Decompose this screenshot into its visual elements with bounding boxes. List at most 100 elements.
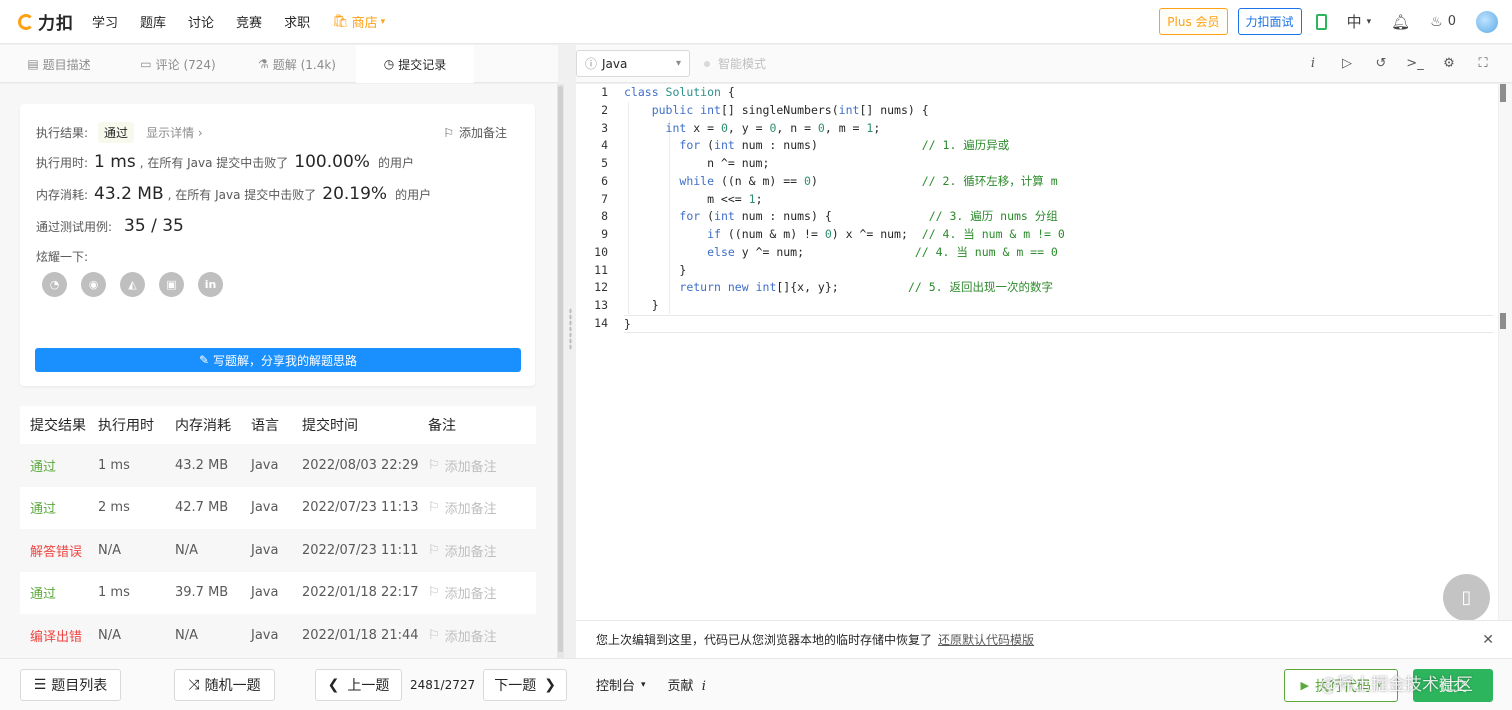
leetcode-logo[interactable]: 力扣: [18, 9, 74, 34]
submission-status[interactable]: 解答错误: [20, 541, 98, 560]
submission-status[interactable]: 通过: [20, 583, 98, 602]
terminal-icon[interactable]: >_: [1398, 56, 1432, 71]
douban-icon[interactable]: ▣: [159, 272, 184, 297]
next-problem-button[interactable]: 下一题 ❯: [483, 668, 568, 701]
editor-scrollbar[interactable]: [1498, 84, 1512, 620]
weibo-icon[interactable]: ◉: [81, 272, 106, 297]
gear-icon[interactable]: ⚙: [1432, 56, 1466, 71]
code-editor[interactable]: 1 2 3 4 5 6 7 8 9 10 11 12 13 14 class S…: [576, 84, 1498, 620]
code-line[interactable]: class Solution {: [624, 84, 1494, 102]
smart-mode-toggle[interactable]: 智能模式: [704, 55, 766, 72]
submission-status[interactable]: 编译出错: [20, 626, 98, 645]
qq-icon[interactable]: ◭: [120, 272, 145, 297]
add-note-button[interactable]: ⚐ 添加备注: [443, 124, 507, 141]
code-line[interactable]: while ((n & m) == 0) // 2. 循环左移，计算 m: [624, 173, 1494, 191]
code-line[interactable]: int x = 0, y = 0, n = 0, m = 1;: [624, 120, 1494, 138]
play-outline-icon[interactable]: ▷: [1330, 56, 1364, 71]
code-line[interactable]: return new int[]{x, y}; // 5. 返回出现一次的数字: [624, 279, 1494, 297]
editor-toolbar: ⓘ Java ▾ 智能模式 i ▷ ↺ >_ ⚙ ⛶: [576, 45, 1512, 83]
nav-contest[interactable]: 竞赛: [236, 12, 262, 31]
table-row[interactable]: 编译出错 N/A N/A Java 2022/01/18 21:44 ⚐ 添加备注: [20, 614, 536, 657]
bell-icon[interactable]: 🔔︎: [1391, 13, 1410, 31]
code-line[interactable]: }: [624, 314, 1494, 333]
nav-learn[interactable]: 学习: [92, 12, 118, 31]
close-icon[interactable]: ✕: [1482, 632, 1494, 648]
tab-comments[interactable]: ▭ 评论 (724): [118, 45, 238, 83]
add-note-button[interactable]: ⚐ 添加备注: [428, 626, 536, 645]
prev-problem-button[interactable]: ❮ 上一题: [315, 668, 402, 701]
code-line[interactable]: n ^= num;: [624, 155, 1494, 173]
fullscreen-icon[interactable]: ⛶: [1466, 56, 1500, 71]
logo-text: 力扣: [38, 14, 74, 34]
code-token: [] nums) {: [859, 102, 929, 117]
tab-submissions[interactable]: ◷ 提交记录: [356, 45, 474, 83]
add-note-button[interactable]: ⚐ 添加备注: [428, 456, 536, 475]
line-number: 11: [594, 262, 608, 277]
list-icon: ☰: [33, 676, 47, 693]
streak-counter[interactable]: ♨︎ 0: [1430, 14, 1456, 30]
panel-splitter[interactable]: [564, 44, 576, 658]
code-token: , y =: [727, 120, 770, 135]
nav-discuss[interactable]: 讨论: [188, 12, 214, 31]
show-detail-link[interactable]: 显示详情 ›: [146, 124, 203, 141]
restore-default-link[interactable]: 还原默认代码模版: [938, 631, 1034, 648]
nav-jobs[interactable]: 求职: [284, 12, 310, 31]
flag-icon: ⚐: [443, 125, 454, 140]
code-line[interactable]: if ((num & m) != 0) x ^= num; // 4. 当 nu…: [624, 226, 1494, 244]
interview-button[interactable]: 力扣面试: [1237, 8, 1302, 35]
code-line[interactable]: public int[] singleNumbers(int[] nums) {: [624, 102, 1494, 120]
submission-memory: 43.2 MB: [175, 457, 229, 473]
table-row[interactable]: 通过 1 ms 43.2 MB Java 2022/08/03 22:29 ⚐ 添…: [20, 444, 536, 487]
random-problem-button[interactable]: ⤨ 随机一题: [174, 668, 275, 701]
plus-member-button[interactable]: Plus 会员: [1159, 8, 1228, 35]
code-line[interactable]: for (int num : nums) { // 3. 遍历 nums 分组: [624, 208, 1494, 226]
notes-fab-button[interactable]: ▯: [1443, 574, 1490, 621]
wechat-icon[interactable]: ◔: [42, 272, 67, 297]
code-token: ((num & m) !=: [720, 227, 825, 241]
add-note-button[interactable]: ⚐ 添加备注: [428, 541, 536, 560]
console-toggle[interactable]: 控制台 ▾: [596, 675, 646, 694]
language-switch[interactable]: 中 ▾: [1347, 11, 1372, 32]
drag-handle-icon[interactable]: [569, 308, 572, 350]
code-line[interactable]: }: [624, 262, 1494, 280]
flag-icon: ⚐: [428, 457, 440, 473]
add-note-label: 添加备注: [458, 126, 507, 140]
flask-icon: ⚗: [258, 57, 269, 71]
table-row[interactable]: 通过 1 ms 39.7 MB Java 2022/01/18 22:17 ⚐ 添…: [20, 572, 536, 615]
nav-problems[interactable]: 题库: [140, 12, 166, 31]
avatar[interactable]: [1476, 10, 1498, 33]
reset-icon[interactable]: ↺: [1364, 56, 1398, 71]
left-scrollbar-thumb[interactable]: [558, 86, 563, 652]
share-row: 炫耀一下:: [36, 248, 88, 265]
add-note-button[interactable]: ⚐ 添加备注: [428, 583, 536, 602]
code-token: (: [700, 138, 715, 153]
contribute-button[interactable]: 贡献 i: [668, 675, 706, 694]
tab-description[interactable]: ▤ 题目描述: [0, 45, 118, 83]
code-line[interactable]: m <<= 1;: [624, 191, 1494, 209]
add-note-label: 添加备注: [444, 587, 497, 603]
language-select[interactable]: ⓘ Java ▾: [576, 50, 690, 77]
code-line[interactable]: for (int num : nums) // 1. 遍历异或: [624, 137, 1494, 155]
status-badge: 通过: [98, 122, 135, 143]
table-row[interactable]: 通过 2 ms 42.7 MB Java 2022/07/23 11:13 ⚐ 添…: [20, 487, 536, 530]
submission-status[interactable]: 通过: [20, 498, 98, 517]
code-line[interactable]: else y ^= num; // 4. 当 num & m == 0: [624, 244, 1494, 262]
info-italic-icon[interactable]: i: [1296, 56, 1330, 71]
table-row[interactable]: 解答错误 N/A N/A Java 2022/07/23 11:11 ⚐ 添加备注: [20, 529, 536, 572]
column-header: 备注: [428, 418, 456, 434]
write-solution-button[interactable]: ✎ 写题解，分享我的解题思路: [35, 348, 521, 372]
mobile-app-icon[interactable]: [1315, 13, 1327, 30]
chevron-down-icon: ▾: [380, 16, 386, 27]
submission-status[interactable]: 通过: [20, 456, 98, 475]
nav-store[interactable]: 🛍 商店 ▾: [332, 12, 385, 31]
tab-solutions[interactable]: ⚗ 题解 (1.4k): [238, 45, 356, 83]
restore-notice: 您上次编辑到这里，代码已从您浏览器本地的临时存储中恢复了 还原默认代码模版 ✕: [576, 620, 1512, 658]
line-number: 2: [601, 102, 608, 117]
code-line[interactable]: }: [624, 297, 1494, 315]
problem-pager: 2481/2727: [410, 677, 476, 692]
linkedin-icon[interactable]: in: [198, 272, 223, 297]
problem-list-button[interactable]: ☰ 题目列表: [20, 668, 121, 701]
add-note-button[interactable]: ⚐ 添加备注: [428, 498, 536, 517]
